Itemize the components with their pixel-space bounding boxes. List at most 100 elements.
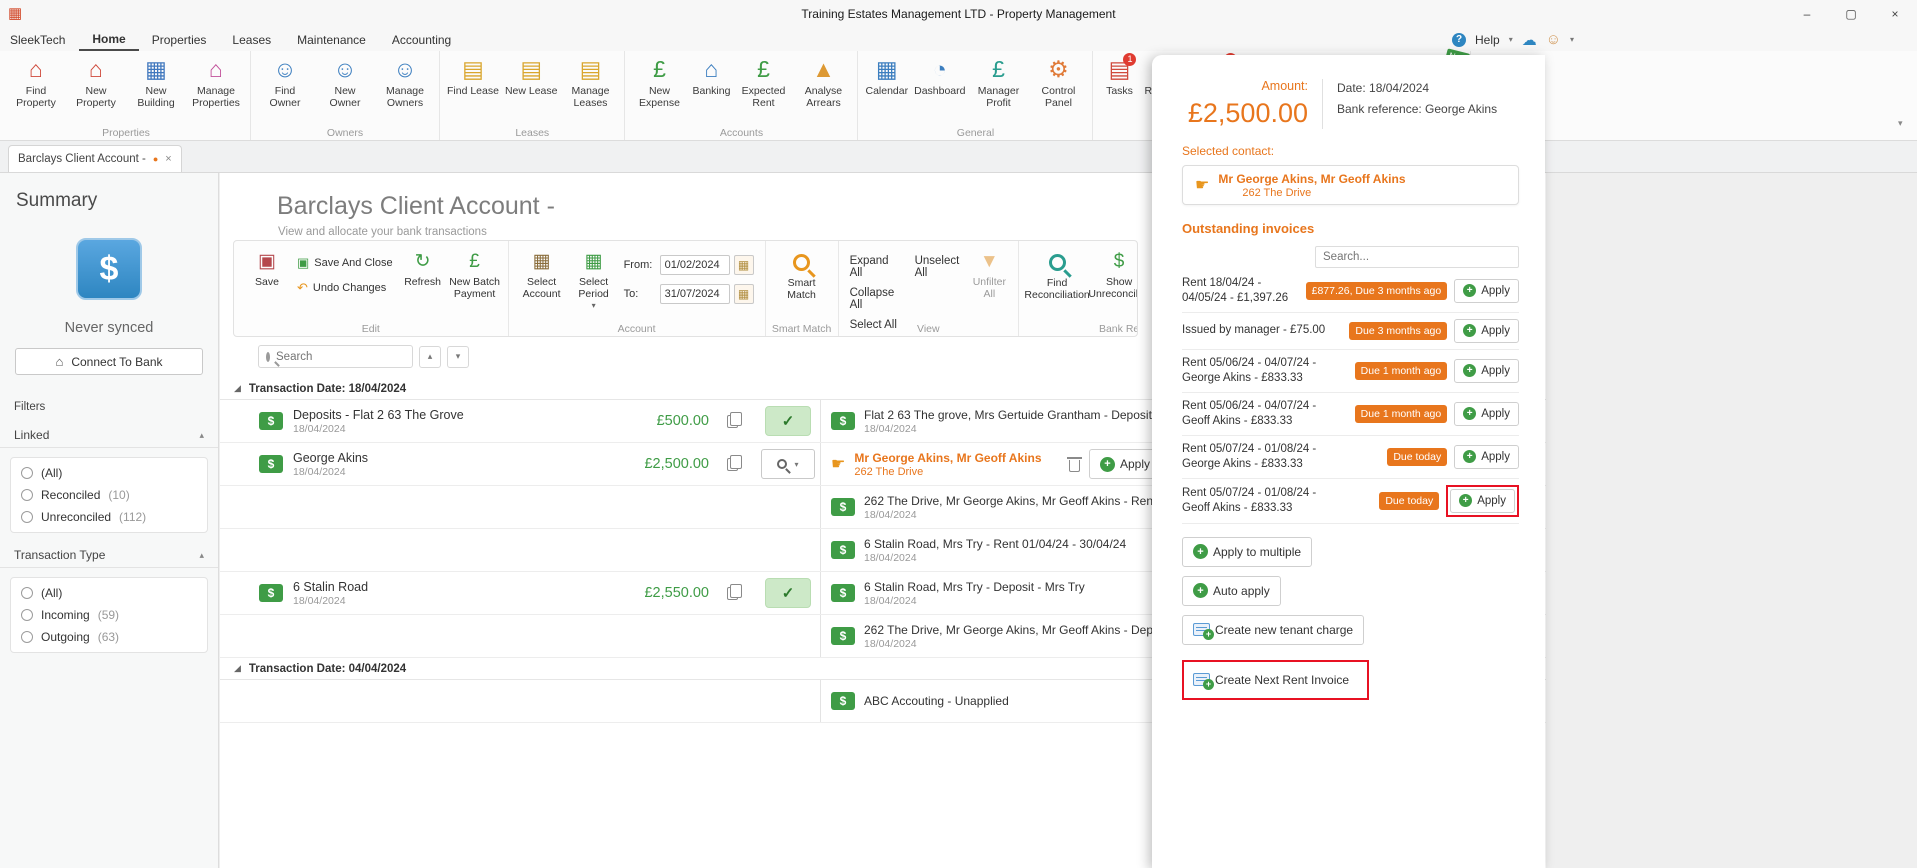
group-expander-icon[interactable]: ◢ xyxy=(234,663,241,674)
menu-tab-properties[interactable]: Properties xyxy=(139,28,220,51)
invoice-search-input[interactable] xyxy=(1315,246,1519,268)
tab-close-icon[interactable]: × xyxy=(165,153,171,165)
banking-button[interactable]: ⌂ Banking xyxy=(689,53,733,99)
unselect-all-button[interactable]: Unselect All xyxy=(915,255,964,279)
filter-option-all[interactable]: (All) xyxy=(11,582,207,604)
invoice-apply-button[interactable]: + Apply xyxy=(1454,444,1519,469)
trash-icon[interactable] xyxy=(1066,457,1082,472)
manage-leases-button[interactable]: ▤ Manage Leases xyxy=(560,53,620,111)
analyse-arrears-button[interactable]: ▲ Analyse Arrears xyxy=(793,53,853,111)
save-and-close-button[interactable]: ▣ Save And Close xyxy=(297,255,393,271)
refresh-button[interactable]: ↻ Refresh xyxy=(397,246,449,288)
transaction-search-input[interactable] xyxy=(276,350,430,363)
contact-search-dropdown[interactable]: ▾ xyxy=(761,449,815,479)
create-new-tenant-charge-button[interactable]: Create new tenant charge xyxy=(1182,614,1365,645)
show-unreconciled-button[interactable]: $ Show Unreconciled xyxy=(1088,246,1137,300)
group-expander-icon[interactable]: ◢ xyxy=(234,383,241,394)
radio-icon[interactable] xyxy=(21,489,33,501)
expected-rent-button[interactable]: £ Expected Rent xyxy=(733,53,793,111)
auto-apply-button[interactable]: + Auto apply xyxy=(1182,575,1281,606)
apply-label: Apply xyxy=(1477,494,1506,507)
toolbar-group-name: Account xyxy=(617,323,656,335)
filter-option-unreconciled[interactable]: Unreconciled (112) xyxy=(11,506,207,528)
dashboard-button[interactable]: ◔ Dashboard xyxy=(911,53,968,99)
apply-button[interactable]: + Apply xyxy=(1088,449,1161,479)
search-next-icon[interactable]: ▾ xyxy=(447,345,469,368)
undo-changes-button[interactable]: ↶ Undo Changes xyxy=(297,280,393,296)
maximize-button[interactable]: ▢ xyxy=(1829,0,1873,28)
filter-option-incoming[interactable]: Incoming (59) xyxy=(11,604,207,626)
new-lease-button[interactable]: ▤ New Lease xyxy=(502,53,561,99)
from-date-input[interactable] xyxy=(659,255,730,275)
transaction-search-box[interactable] xyxy=(258,345,430,368)
ribbon-collapse-icon[interactable]: ▾ xyxy=(1898,118,1903,129)
connect-to-bank-button[interactable]: ⌂ Connect To Bank xyxy=(15,348,203,375)
unsaved-dot-icon: ● xyxy=(152,154,159,164)
new-expense-button[interactable]: £ New Expense xyxy=(629,53,689,111)
invoice-apply-button[interactable]: + Apply xyxy=(1454,278,1519,303)
radio-icon[interactable] xyxy=(21,587,33,599)
radio-icon[interactable] xyxy=(21,467,33,479)
smart-match-button[interactable]: Smart Match xyxy=(773,246,831,301)
linked-filter-header[interactable]: Linked ▴ xyxy=(0,423,218,448)
control-panel-button[interactable]: ⚙ Control Panel xyxy=(1028,53,1088,111)
tab-barclays-client-account[interactable]: Barclays Client Account - ● × xyxy=(8,145,182,172)
invoice-apply-button-highlighted[interactable]: + Apply xyxy=(1450,488,1515,513)
menu-tab-accounting[interactable]: Accounting xyxy=(379,28,464,51)
apply-to-multiple-label: Apply to multiple xyxy=(1213,544,1302,559)
select-account-button[interactable]: ▦ Select Account xyxy=(516,246,568,300)
radio-icon[interactable] xyxy=(21,631,33,643)
menu-tab-home[interactable]: Home xyxy=(79,28,139,51)
save-button[interactable]: ▣ Save xyxy=(241,246,293,288)
find-reconciliation-button[interactable]: Find Reconciliation xyxy=(1024,246,1090,301)
to-date-input[interactable] xyxy=(659,284,730,304)
user-chevron-icon[interactable]: ▾ xyxy=(1570,35,1574,44)
minimize-button[interactable]: – xyxy=(1785,0,1829,28)
copy-icon[interactable] xyxy=(727,583,742,600)
help-icon[interactable]: ? xyxy=(1452,32,1466,47)
selected-contact-card[interactable]: ☛ Mr George Akins, Mr Geoff Akins 262 Th… xyxy=(1182,165,1519,205)
menu-tab-maintenance[interactable]: Maintenance xyxy=(284,28,379,51)
find-owner-button[interactable]: ☺ Find Owner xyxy=(255,53,315,111)
help-chevron-icon[interactable]: ▾ xyxy=(1509,35,1513,44)
unfilter-all-button[interactable]: ▼ Unfilter All xyxy=(968,246,1012,300)
manager-profit-button[interactable]: £ Manager Profit xyxy=(968,53,1028,111)
new-property-button[interactable]: ⌂ New Property xyxy=(66,53,126,111)
radio-icon[interactable] xyxy=(21,609,33,621)
tasks-button[interactable]: 1 ▤ Tasks xyxy=(1097,53,1141,99)
copy-icon[interactable] xyxy=(727,411,742,428)
help-label[interactable]: Help xyxy=(1475,33,1500,47)
manage-owners-button[interactable]: ☺ Manage Owners xyxy=(375,53,435,111)
find-owner-icon: ☺ xyxy=(273,56,297,82)
search-prev-icon[interactable]: ▴ xyxy=(419,345,441,368)
select-period-button[interactable]: ▦ Select Period ▾ xyxy=(568,246,620,310)
menu-tab-leases[interactable]: Leases xyxy=(219,28,284,51)
find-lease-button[interactable]: ▤ Find Lease xyxy=(444,53,502,99)
filter-option-outgoing[interactable]: Outgoing (63) xyxy=(11,626,207,648)
radio-icon[interactable] xyxy=(21,511,33,523)
selected-contact-label: Selected contact: xyxy=(1182,144,1275,158)
invoice-apply-button[interactable]: + Apply xyxy=(1454,358,1519,383)
copy-icon[interactable] xyxy=(727,454,742,471)
filter-option-reconciled[interactable]: Reconciled (10) xyxy=(11,484,207,506)
manage-properties-button[interactable]: ⌂ Manage Properties xyxy=(186,53,246,111)
from-calendar-icon[interactable]: ▦ xyxy=(733,255,754,275)
menu-sleektech[interactable]: SleekTech xyxy=(10,28,79,51)
create-next-rent-invoice-button[interactable]: Create Next Rent Invoice xyxy=(1189,666,1354,693)
expand-all-button[interactable]: Expand All xyxy=(850,255,899,279)
to-calendar-icon[interactable]: ▦ xyxy=(733,284,754,304)
cloud-sync-icon[interactable]: ☁ xyxy=(1522,31,1537,49)
find-property-button[interactable]: ⌂ Find Property xyxy=(6,53,66,111)
apply-to-multiple-button[interactable]: + Apply to multiple xyxy=(1182,536,1313,567)
user-account-icon[interactable]: ☺ xyxy=(1546,31,1561,48)
close-button[interactable]: × xyxy=(1873,0,1917,28)
filter-option-all[interactable]: (All) xyxy=(11,462,207,484)
transaction-type-filter-header[interactable]: Transaction Type ▴ xyxy=(0,543,218,568)
new-building-button[interactable]: ▦ New Building xyxy=(126,53,186,111)
invoice-apply-button[interactable]: + Apply xyxy=(1454,401,1519,426)
new-owner-button[interactable]: ☺ New Owner xyxy=(315,53,375,111)
calendar-button[interactable]: ▦ Calendar xyxy=(862,53,911,99)
invoice-apply-button[interactable]: + Apply xyxy=(1454,318,1519,343)
new-batch-payment-button[interactable]: £ New Batch Payment xyxy=(449,246,501,300)
collapse-all-button[interactable]: Collapse All xyxy=(850,287,899,311)
